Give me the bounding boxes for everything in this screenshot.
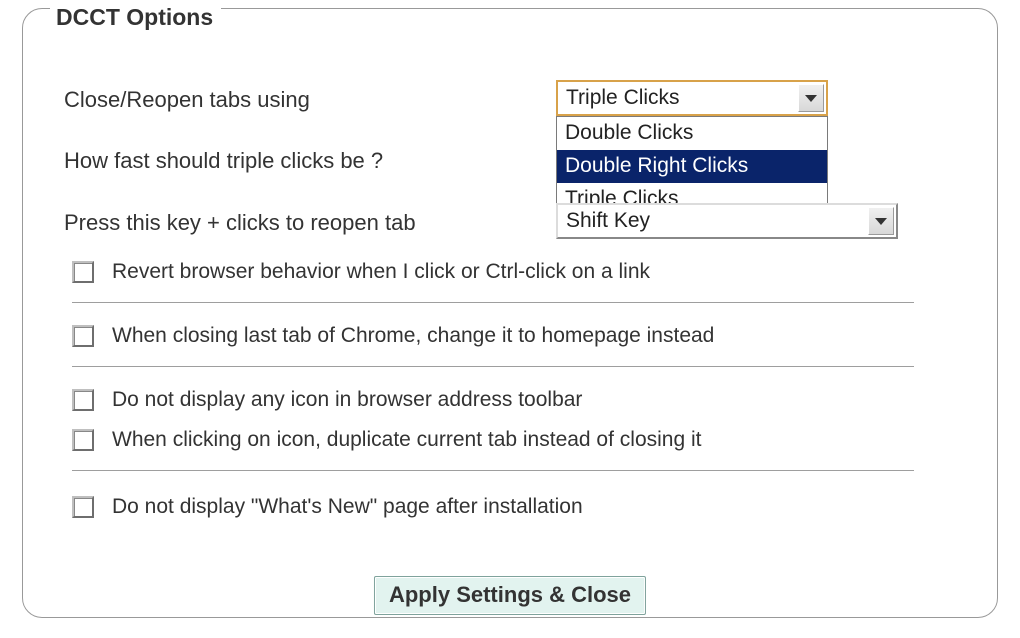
checkbox-hide-whats-new[interactable]: Do not display "What's New" page after i… bbox=[72, 495, 583, 519]
close-reopen-dropdown[interactable]: Double Clicks Double Right Clicks Triple… bbox=[556, 116, 828, 217]
checkbox-icon bbox=[72, 429, 94, 451]
checkbox-label: Revert browser behavior when I click or … bbox=[112, 260, 650, 284]
checkbox-label: When closing last tab of Chrome, change … bbox=[112, 324, 714, 348]
checkbox-label: When clicking on icon, duplicate current… bbox=[112, 428, 702, 452]
checkbox-revert-browser-behavior[interactable]: Revert browser behavior when I click or … bbox=[72, 260, 650, 284]
select-value-text: Triple Clicks bbox=[566, 86, 680, 110]
checkbox-icon bbox=[72, 496, 94, 518]
chevron-down-icon bbox=[805, 95, 817, 102]
checkbox-icon bbox=[72, 325, 94, 347]
close-reopen-select[interactable]: Triple Clicks bbox=[556, 80, 828, 116]
fieldset-legend: DCCT Options bbox=[50, 4, 221, 31]
checkbox-label: Do not display any icon in browser addre… bbox=[112, 388, 582, 412]
checkbox-label: Do not display "What's New" page after i… bbox=[112, 495, 583, 519]
divider bbox=[72, 366, 914, 368]
checkbox-hide-toolbar-icon[interactable]: Do not display any icon in browser addre… bbox=[72, 388, 582, 412]
reopen-key-select[interactable]: Shift Key bbox=[556, 203, 898, 239]
chevron-down-icon bbox=[875, 218, 887, 225]
apply-settings-button[interactable]: Apply Settings & Close bbox=[374, 576, 646, 615]
label-click-speed: How fast should triple clicks be ? bbox=[64, 148, 534, 174]
checkbox-icon bbox=[72, 261, 94, 283]
divider bbox=[72, 470, 914, 472]
option-double-clicks[interactable]: Double Clicks bbox=[557, 117, 827, 150]
checkbox-icon bbox=[72, 389, 94, 411]
dropdown-button[interactable] bbox=[868, 207, 894, 235]
label-close-reopen: Close/Reopen tabs using bbox=[64, 87, 534, 113]
label-reopen-key: Press this key + clicks to reopen tab bbox=[64, 210, 534, 236]
divider bbox=[72, 302, 914, 304]
select-value-text: Shift Key bbox=[566, 209, 650, 233]
dropdown-button[interactable] bbox=[798, 84, 824, 112]
stage: DCCT Options Close/Reopen tabs using Tri… bbox=[0, 0, 1020, 638]
option-double-right-clicks[interactable]: Double Right Clicks bbox=[557, 150, 827, 183]
checkbox-duplicate-instead-of-close[interactable]: When clicking on icon, duplicate current… bbox=[72, 428, 702, 452]
checkbox-homepage-on-last-close[interactable]: When closing last tab of Chrome, change … bbox=[72, 324, 714, 348]
